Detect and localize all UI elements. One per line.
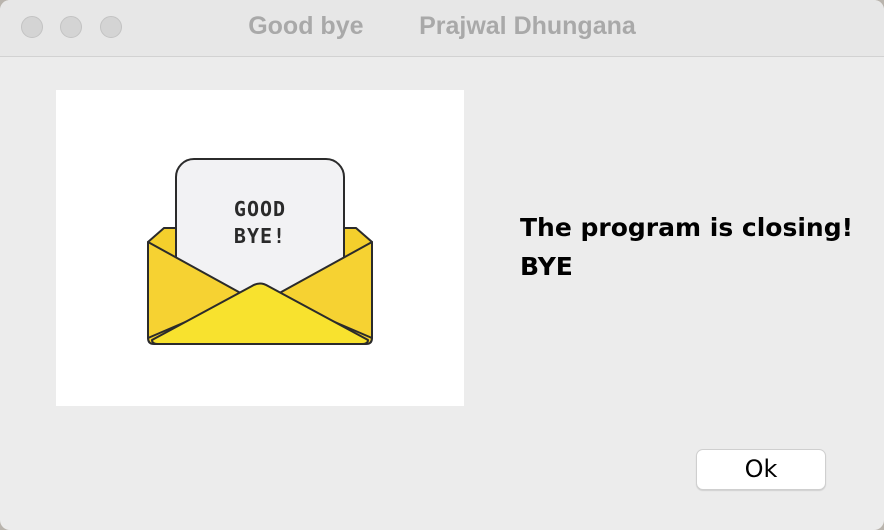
window-title: Good bye Prajwal Dhungana <box>248 12 636 40</box>
message-line-2: BYE <box>520 252 573 281</box>
goodbye-image: GOOD BYE! <box>56 90 464 406</box>
message-line-1: The program is closing! <box>520 213 854 242</box>
envelope-icon: GOOD BYE! <box>147 158 373 345</box>
ok-button[interactable]: Ok <box>696 449 826 490</box>
dialog-window: Good bye Prajwal Dhungana GOOD BYE! The … <box>0 0 884 530</box>
letter-text-line1: GOOD <box>234 197 286 221</box>
letter-text-line2: BYE! <box>234 224 286 248</box>
title-bar: Good bye Prajwal Dhungana <box>0 0 884 57</box>
message-text: The program is closing! BYE <box>520 208 853 286</box>
